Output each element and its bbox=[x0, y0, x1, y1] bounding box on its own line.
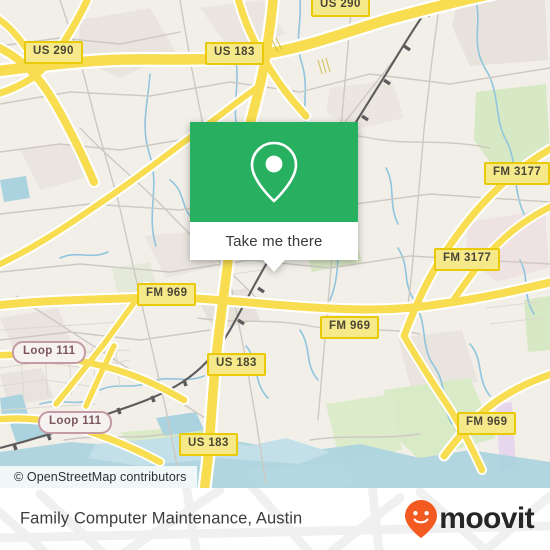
popup-footer[interactable]: Take me there bbox=[190, 222, 358, 272]
shield-fm-3177-lower: FM 3177 bbox=[434, 248, 501, 271]
shield-fm-969-mid: FM 969 bbox=[320, 316, 380, 339]
shield-fm-3177-upper: FM 3177 bbox=[484, 162, 550, 185]
shield-fm-969-right: FM 969 bbox=[457, 412, 517, 435]
moovit-logo[interactable]: moovit bbox=[404, 499, 535, 539]
moovit-smiley-pin-icon bbox=[405, 500, 438, 538]
place-popup-card[interactable]: Take me there bbox=[190, 122, 358, 272]
popup-pointer-tail bbox=[263, 260, 285, 272]
shield-us-290-top: US 290 bbox=[311, 0, 370, 17]
osm-attribution[interactable]: © OpenStreetMap contributors bbox=[0, 466, 197, 488]
place-title: Family Computer Maintenance, Austin bbox=[20, 509, 303, 528]
map-canvas[interactable]: US 290 US 290 US 183 FM 3177 FM 3177 FM … bbox=[0, 0, 550, 488]
take-me-there-label: Take me there bbox=[225, 232, 323, 250]
map-page: US 290 US 290 US 183 FM 3177 FM 3177 FM … bbox=[0, 0, 550, 550]
shield-loop-111-upper: Loop 111 bbox=[12, 341, 87, 364]
shield-us-183-mid: US 183 bbox=[207, 353, 266, 376]
moovit-wordmark: moovit bbox=[439, 502, 534, 535]
shield-fm-969-left: FM 969 bbox=[137, 283, 197, 306]
shield-us-183-top: US 183 bbox=[205, 42, 264, 65]
footer-bar: Family Computer Maintenance, Austin moov… bbox=[0, 488, 550, 550]
map-pin-icon bbox=[250, 141, 298, 203]
shield-us-290-left: US 290 bbox=[24, 41, 83, 64]
shield-loop-111-lower: Loop 111 bbox=[38, 411, 113, 434]
popup-header bbox=[190, 122, 358, 222]
shield-us-183-bottom: US 183 bbox=[179, 433, 238, 456]
